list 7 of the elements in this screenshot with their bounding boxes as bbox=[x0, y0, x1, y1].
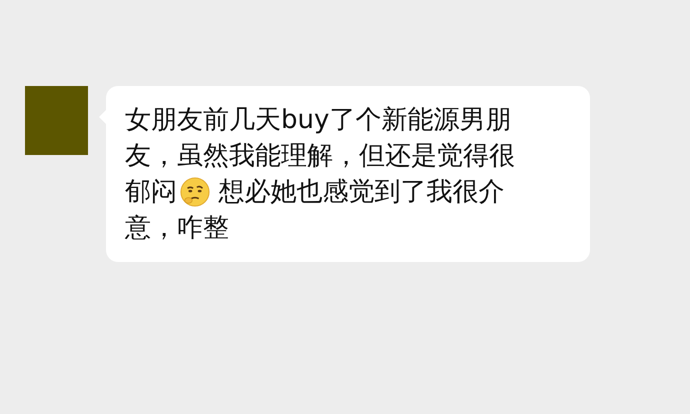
message-text: 友，虽然我能理解，但还是觉得很 bbox=[125, 140, 515, 173]
message-text: 郁闷 bbox=[125, 176, 177, 209]
message-text: 意，咋整 bbox=[125, 212, 229, 245]
message-text: 女朋友前几天buy了个新能源男朋 bbox=[125, 104, 512, 137]
emoji-icon bbox=[180, 177, 210, 207]
avatar bbox=[25, 86, 88, 155]
message-text: 想必她也感觉到了我很介 bbox=[217, 176, 504, 209]
